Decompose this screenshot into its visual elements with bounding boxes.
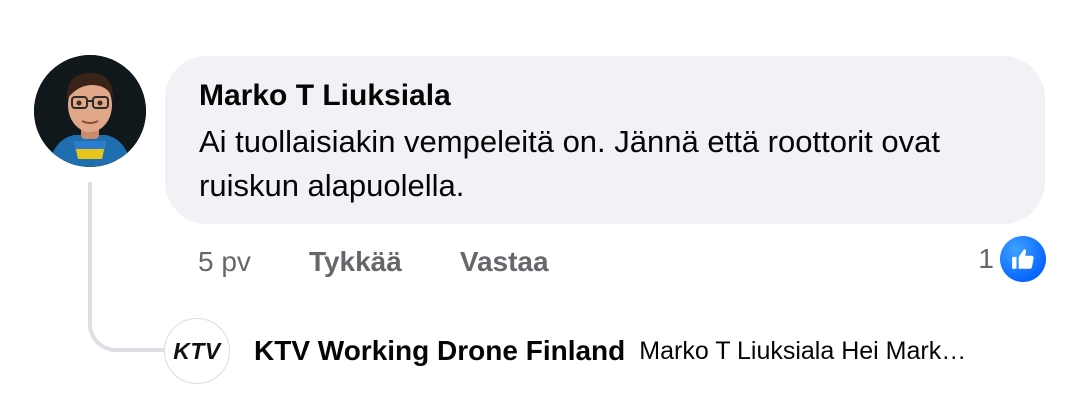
reply-snippet-text: Marko T Liuksiala Hei Mark… xyxy=(639,336,967,365)
reply-preview[interactable]: KTV KTV Working Drone Finland Marko T Li… xyxy=(164,317,1007,385)
ktv-page-avatar[interactable]: KTV xyxy=(164,318,230,384)
ktv-logo: KTV xyxy=(173,337,221,364)
reaction-summary[interactable]: 1 xyxy=(978,236,1046,282)
reply-thread-connector xyxy=(88,182,166,352)
cartoon-profile-picture xyxy=(34,55,146,167)
comment-bubble: Marko T Liuksiala Ai tuollaisiakin vempe… xyxy=(165,56,1045,224)
comment-text: Ai tuollaisiakin vempeleitä on. Jännä et… xyxy=(199,124,940,203)
comment-author-name[interactable]: Marko T Liuksiala xyxy=(199,78,1011,116)
comment-actions: 5 pv Tykkää Vastaa xyxy=(198,242,607,282)
reaction-count: 1 xyxy=(978,243,994,274)
reply-button[interactable]: Vastaa xyxy=(460,246,549,278)
like-thumbs-up-icon xyxy=(1000,236,1046,282)
reply-author-name[interactable]: KTV Working Drone Finland xyxy=(254,335,625,367)
commenter-avatar[interactable] xyxy=(34,55,146,167)
like-button[interactable]: Tykkää xyxy=(309,246,402,278)
comment-timestamp[interactable]: 5 pv xyxy=(198,246,251,278)
